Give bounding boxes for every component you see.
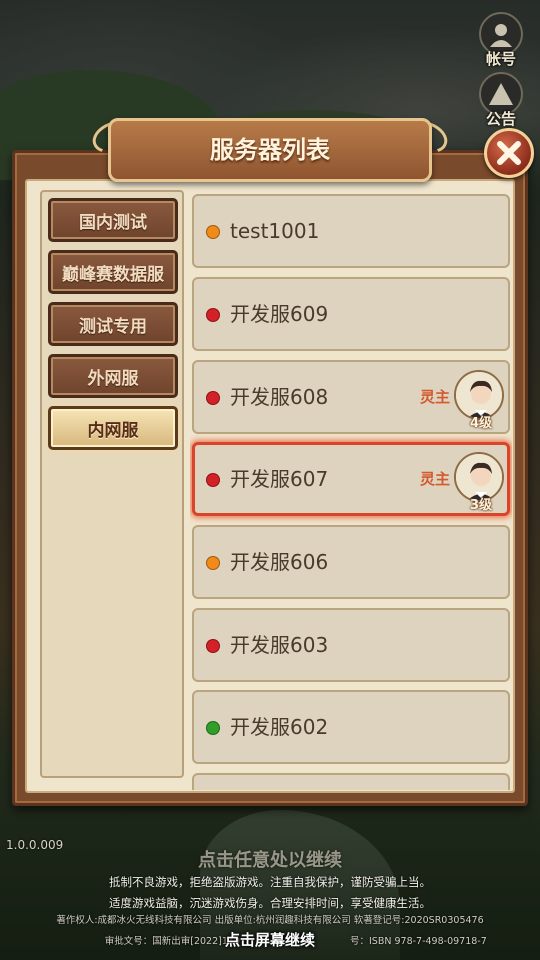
status-dot-icon: [206, 639, 220, 653]
server-row[interactable]: test1001: [192, 194, 510, 268]
status-dot-icon: [206, 308, 220, 322]
server-row[interactable]: 开发服606: [192, 525, 510, 599]
server-row[interactable]: 开发服602: [192, 690, 510, 764]
tab-peak-data[interactable]: 巅峰赛数据服: [48, 250, 178, 294]
status-dot-icon: [206, 225, 220, 239]
server-name: 开发服602: [230, 715, 329, 739]
character-level: 3级: [469, 498, 493, 513]
server-row[interactable]: 开发服609: [192, 277, 510, 351]
notice-label: 公告: [485, 110, 516, 128]
server-name: test1001: [230, 219, 320, 243]
status-dot-icon: [206, 473, 220, 487]
copyright-line: 著作权人:成都冰火无线科技有限公司 出版单位:杭州润趣科技有限公司 软著登记号:…: [56, 915, 484, 926]
status-dot-icon: [206, 721, 220, 735]
account-label: 帐号: [485, 50, 516, 68]
server-name: 开发服608: [230, 385, 329, 409]
server-name: 开发服607: [230, 467, 329, 491]
tap-anywhere-hint: 点击任意处以继续: [198, 850, 342, 871]
character-level: 4级: [469, 416, 493, 431]
health-notice-line-1: 抵制不良游戏，拒绝盗版游戏。注重自我保护，谨防受骗上当。: [109, 875, 431, 889]
account-button[interactable]: 帐号: [475, 12, 527, 77]
close-button[interactable]: [484, 128, 534, 178]
server-name: 开发服609: [230, 302, 329, 326]
status-dot-icon: [206, 391, 220, 405]
character-role: 灵主: [420, 388, 451, 406]
close-icon: [497, 141, 521, 165]
server-name: 开发服606: [230, 550, 329, 574]
notice-button[interactable]: 公告: [475, 72, 527, 137]
server-row-selected[interactable]: 开发服607 灵主 3级: [192, 442, 510, 516]
server-category-tabs: 国内测试 巅峰赛数据服 测试专用 外网服 内网服: [40, 190, 184, 778]
tab-external-network[interactable]: 外网服: [48, 354, 178, 398]
health-notice-line-2: 适度游戏益脑，沉迷游戏伤身。合理安排时间，享受健康生活。: [109, 896, 431, 910]
server-row[interactable]: 开发服603: [192, 608, 510, 682]
panel-title-plate: 服务器列表: [88, 115, 452, 182]
server-row[interactable]: 开发服608 灵主 4级: [192, 360, 510, 434]
server-list[interactable]: test1001 开发服609 开发服608 灵主 4级 开发服607 灵主 3…: [190, 190, 512, 790]
panel-title: 服务器列表: [210, 136, 330, 164]
character-role: 灵主: [420, 470, 451, 488]
tap-screen-continue-button[interactable]: 点击屏幕继续: [0, 929, 540, 950]
status-dot-icon: [206, 556, 220, 570]
tab-test-only[interactable]: 测试专用: [48, 302, 178, 346]
tab-domestic-test[interactable]: 国内测试: [48, 198, 178, 242]
server-row-partial[interactable]: [192, 773, 510, 790]
server-name: 开发服603: [230, 633, 329, 657]
tab-internal-network[interactable]: 内网服: [48, 406, 178, 450]
